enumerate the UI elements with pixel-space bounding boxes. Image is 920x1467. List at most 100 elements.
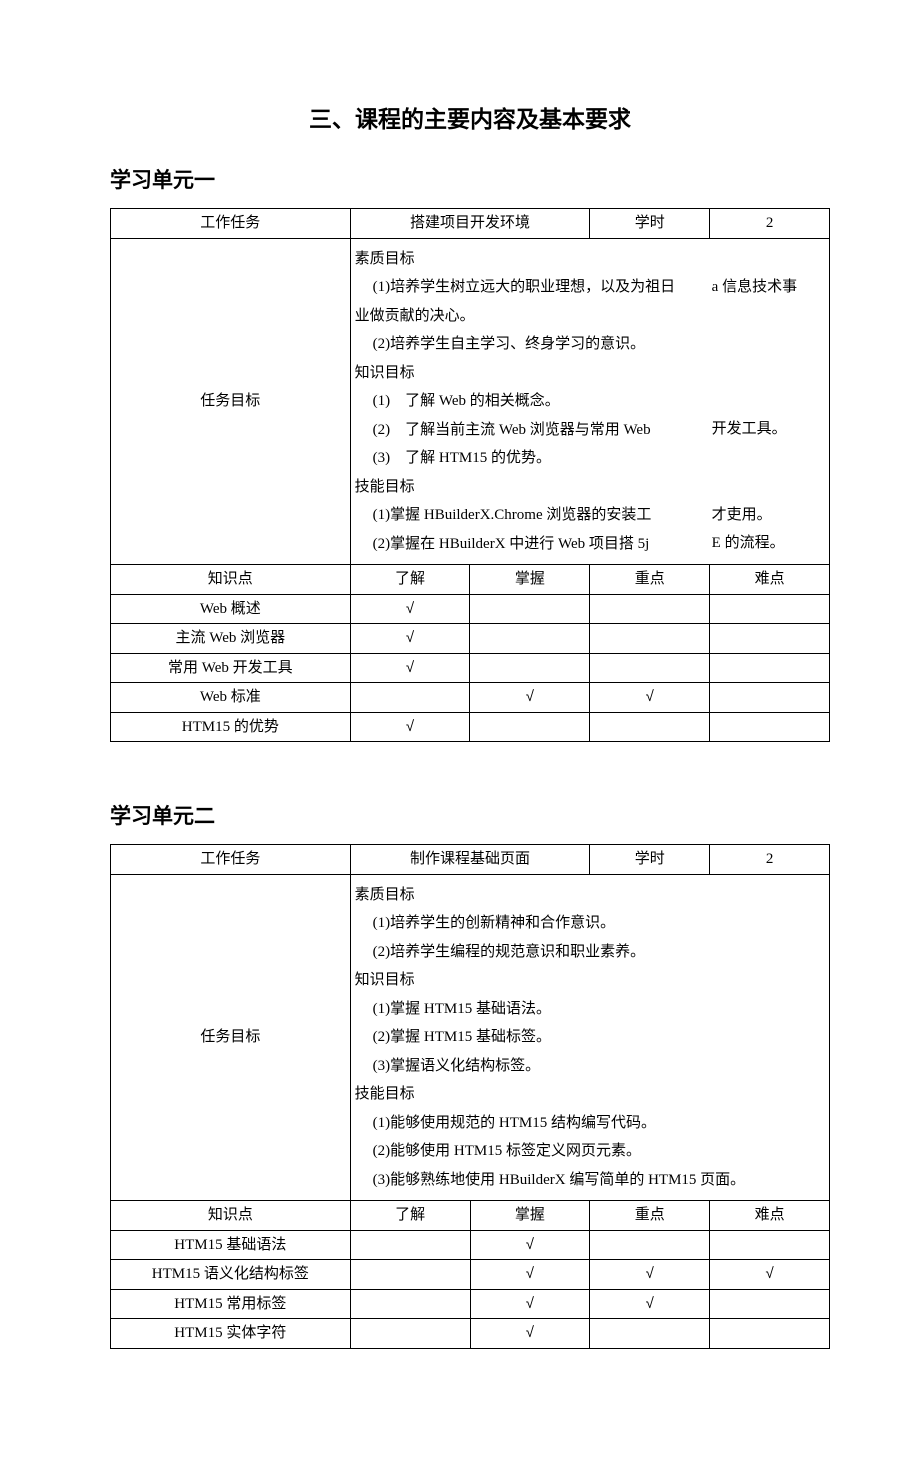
kp-tick: [710, 1230, 830, 1260]
goal-line: (1)掌握 HBuilderX.Chrome 浏览器的安装工: [355, 501, 706, 530]
hours-label: 学时: [590, 845, 710, 875]
goal-line: [712, 472, 827, 501]
kp-name: HTM15 语义化结构标签: [111, 1260, 351, 1290]
table-row: HTM15 实体字符 √: [111, 1319, 830, 1349]
goal-line: (2)掌握在 HBuilderX 中进行 Web 项目搭 5j: [355, 530, 706, 559]
kp-col-name: 知识点: [111, 1201, 351, 1231]
goal-line: [712, 358, 827, 387]
kp-tick: √: [590, 683, 710, 713]
table-row: HTM15 语义化结构标签 √ √ √: [111, 1260, 830, 1290]
goal-knowledge-head: 知识目标: [355, 966, 825, 995]
table-row: 常用 Web 开发工具 √: [111, 653, 830, 683]
goal-line: [712, 330, 827, 359]
kp-tick: [470, 594, 590, 624]
kp-name: 常用 Web 开发工具: [111, 653, 351, 683]
kp-tick: [350, 1230, 470, 1260]
kp-tick: [710, 1319, 830, 1349]
kp-col-name: 知识点: [111, 565, 351, 595]
kp-col-key: 重点: [590, 1201, 710, 1231]
goal-line: (2)掌握 HTM15 基础标签。: [355, 1023, 825, 1052]
kp-col-hard: 难点: [710, 565, 830, 595]
goals-overflow: a 信息技术事 开发工具。 才吏用。 E 的流程。: [710, 238, 830, 565]
kp-col-key: 重点: [590, 565, 710, 595]
kp-tick: √: [470, 1260, 590, 1290]
goal-line: E 的流程。: [712, 529, 827, 558]
unit-2: 学习单元二 工作任务 制作课程基础页面 学时 2 任务目标 素质目标 (1)培养…: [110, 800, 830, 1349]
kp-col-hard: 难点: [710, 1201, 830, 1231]
unit-1-heading: 学习单元一: [110, 164, 830, 194]
table-row: 工作任务 制作课程基础页面 学时 2: [111, 845, 830, 875]
kp-tick: [590, 624, 710, 654]
kp-tick: [590, 1319, 710, 1349]
goal-skill-head: 技能目标: [355, 473, 706, 502]
kp-tick: √: [350, 624, 470, 654]
kp-tick: [350, 1260, 470, 1290]
kp-tick: [710, 653, 830, 683]
goals-content: 素质目标 (1)培养学生的创新精神和合作意识。 (2)培养学生编程的规范意识和职…: [350, 874, 829, 1201]
goals-label: 任务目标: [111, 238, 351, 565]
goal-line: 开发工具。: [712, 415, 827, 444]
kp-tick: [470, 624, 590, 654]
goal-line: 业做贡献的决心。: [355, 302, 706, 331]
kp-tick: √: [590, 1289, 710, 1319]
table-row: HTM15 基础语法 √: [111, 1230, 830, 1260]
hours-value: 2: [710, 845, 830, 875]
task-label: 工作任务: [111, 209, 351, 239]
goals-label: 任务目标: [111, 874, 351, 1201]
goal-line: (2)培养学生自主学习、终身学习的意识。: [355, 330, 706, 359]
goal-line: a 信息技术事: [712, 273, 827, 302]
goal-line: (1) 了解 Web 的相关概念。: [355, 387, 706, 416]
kp-tick: [710, 712, 830, 742]
table-row: HTM15 的优势 √: [111, 712, 830, 742]
kp-tick: √: [350, 594, 470, 624]
kp-tick: [470, 712, 590, 742]
kp-tick: √: [590, 1260, 710, 1290]
kp-tick: [710, 594, 830, 624]
goal-line: [712, 301, 827, 330]
goal-line: (1)能够使用规范的 HTM15 结构编写代码。: [355, 1109, 825, 1138]
kp-col-understand: 了解: [350, 1201, 470, 1231]
unit-2-heading: 学习单元二: [110, 800, 830, 830]
unit-1: 学习单元一 工作任务 搭建项目开发环境 学时 2 任务目标 素质目标 (1)培养…: [110, 164, 830, 742]
kp-tick: √: [710, 1260, 830, 1290]
kp-name: HTM15 基础语法: [111, 1230, 351, 1260]
kp-name: Web 概述: [111, 594, 351, 624]
table-row: Web 标准 √ √: [111, 683, 830, 713]
kp-tick: [590, 712, 710, 742]
goal-line: (2)培养学生编程的规范意识和职业素养。: [355, 938, 825, 967]
hours-label: 学时: [590, 209, 710, 239]
task-name: 制作课程基础页面: [350, 845, 590, 875]
kp-tick: √: [470, 683, 590, 713]
goal-quality-head: 素质目标: [355, 881, 825, 910]
kp-tick: [350, 1319, 470, 1349]
kp-name: HTM15 实体字符: [111, 1319, 351, 1349]
goals-content: 素质目标 (1)培养学生树立远大的职业理想，以及为祖日 业做贡献的决心。 (2)…: [350, 238, 710, 565]
kp-name: HTM15 常用标签: [111, 1289, 351, 1319]
kp-col-master: 掌握: [470, 1201, 590, 1231]
kp-tick: √: [470, 1289, 590, 1319]
goal-line: (1)培养学生的创新精神和合作意识。: [355, 909, 825, 938]
goal-quality-head: 素质目标: [355, 245, 706, 274]
kp-tick: [470, 653, 590, 683]
task-label: 工作任务: [111, 845, 351, 875]
kp-tick: [710, 1289, 830, 1319]
kp-tick: [710, 624, 830, 654]
page-title: 三、课程的主要内容及基本要求: [110, 100, 830, 134]
goal-line: (1)掌握 HTM15 基础语法。: [355, 995, 825, 1024]
goal-line: [712, 387, 827, 416]
kp-name: HTM15 的优势: [111, 712, 351, 742]
kp-name: Web 标准: [111, 683, 351, 713]
table-row: 工作任务 搭建项目开发环境 学时 2: [111, 209, 830, 239]
task-name: 搭建项目开发环境: [350, 209, 590, 239]
table-row: 知识点 了解 掌握 重点 难点: [111, 1201, 830, 1231]
unit-2-table: 工作任务 制作课程基础页面 学时 2 任务目标 素质目标 (1)培养学生的创新精…: [110, 844, 830, 1349]
goal-line: (3)掌握语义化结构标签。: [355, 1052, 825, 1081]
kp-col-understand: 了解: [350, 565, 470, 595]
kp-tick: √: [470, 1230, 590, 1260]
kp-tick: [590, 653, 710, 683]
goal-line: (3)能够熟练地使用 HBuilderX 编写简单的 HTM15 页面。: [355, 1166, 825, 1195]
goal-line: (2)能够使用 HTM15 标签定义网页元素。: [355, 1137, 825, 1166]
table-row: 任务目标 素质目标 (1)培养学生树立远大的职业理想，以及为祖日 业做贡献的决心…: [111, 238, 830, 565]
table-row: 主流 Web 浏览器 √: [111, 624, 830, 654]
kp-tick: [590, 1230, 710, 1260]
